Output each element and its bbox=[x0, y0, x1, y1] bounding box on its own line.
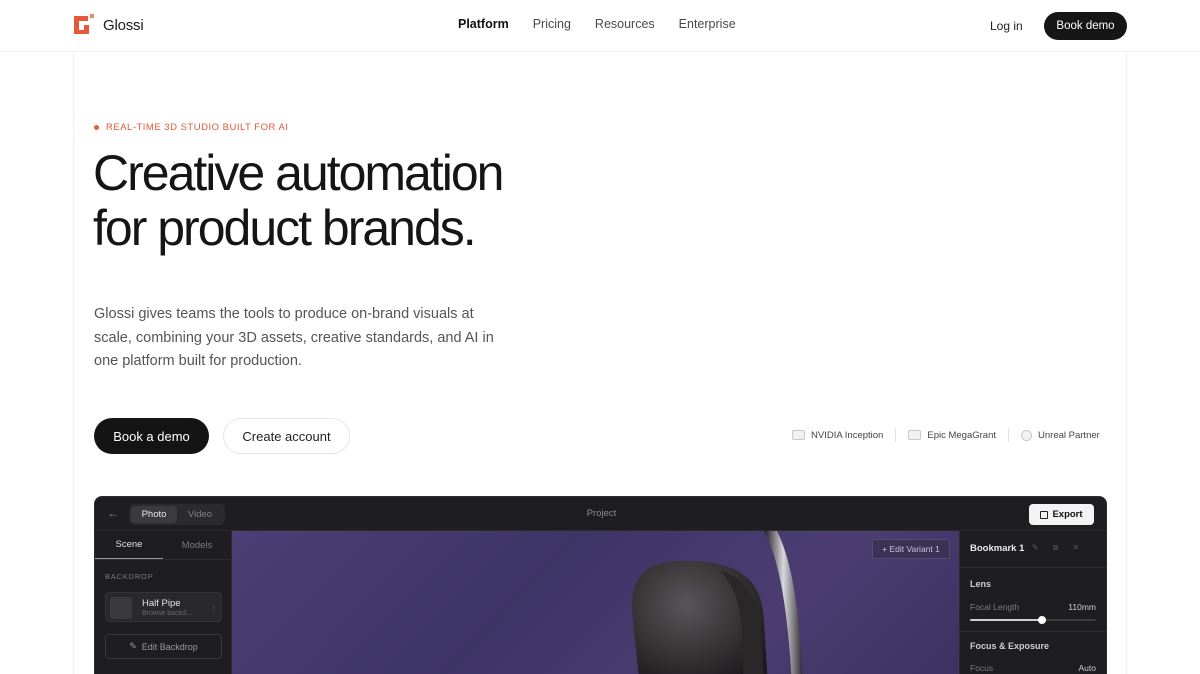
nvidia-icon bbox=[792, 430, 805, 440]
frame-line-left bbox=[73, 52, 74, 674]
tab-scene[interactable]: Scene bbox=[95, 531, 163, 559]
create-account-button[interactable]: Create account bbox=[223, 418, 350, 454]
right-panel: Bookmark 1 ✎⧉✕ Lens Focal Length 110mm F… bbox=[959, 531, 1106, 674]
backdrop-card[interactable]: Half Pipe Browse backd... › bbox=[105, 592, 222, 622]
lens-heading: Lens bbox=[970, 579, 992, 589]
glossi-logo-icon bbox=[74, 14, 94, 34]
eyebrow: REAL-TIME 3D STUDIO BUILT FOR AI bbox=[94, 122, 288, 133]
partner-unreal: Unreal Partner bbox=[1021, 429, 1100, 441]
nav-platform[interactable]: Platform bbox=[458, 17, 509, 31]
nav-resources[interactable]: Resources bbox=[595, 17, 655, 31]
hero-subtitle: Glossi gives teams the tools to produce … bbox=[94, 306, 494, 369]
logo[interactable]: Glossi bbox=[74, 14, 144, 36]
divider bbox=[960, 631, 1106, 632]
bookmark-title: Bookmark 1 bbox=[970, 543, 1025, 554]
nav-enterprise[interactable]: Enterprise bbox=[679, 17, 736, 31]
export-button[interactable]: Export bbox=[1029, 504, 1094, 525]
brand-name: Glossi bbox=[103, 16, 144, 34]
headline-line-2: for product brands. bbox=[93, 200, 477, 256]
eyebrow-text: REAL-TIME 3D STUDIO BUILT FOR AI bbox=[106, 122, 289, 133]
focal-length-value: 110mm bbox=[1068, 602, 1096, 612]
edit-backdrop-button[interactable]: ✎ Edit Backdrop bbox=[105, 634, 222, 659]
focus-value: Auto bbox=[1078, 663, 1097, 673]
edit-variant-button[interactable]: + Edit Variant 1 bbox=[872, 539, 950, 559]
backdrop-browse: Browse backd... bbox=[142, 610, 192, 617]
backdrop-name: Half Pipe bbox=[142, 598, 181, 609]
divider bbox=[1008, 428, 1010, 442]
unreal-icon bbox=[1021, 429, 1033, 441]
divider bbox=[895, 428, 897, 442]
nav-pricing[interactable]: Pricing bbox=[533, 17, 571, 31]
epic-icon bbox=[908, 430, 922, 440]
partner-label: NVIDIA Inception bbox=[811, 429, 884, 441]
project-title: Project bbox=[586, 508, 617, 519]
edit-backdrop-label: Edit Backdrop bbox=[141, 641, 198, 652]
close-icon[interactable]: ✕ bbox=[1072, 543, 1093, 552]
rename-icon[interactable]: ✎ bbox=[1032, 543, 1053, 552]
edit-icon: ✎ bbox=[129, 641, 137, 651]
app-toolbar: ← Photo Video Project Export bbox=[95, 497, 1106, 531]
focal-length-slider[interactable] bbox=[970, 616, 1096, 624]
slider-knob[interactable] bbox=[1037, 616, 1046, 624]
focal-length-label: Focal Length bbox=[970, 602, 1020, 612]
slider-fill bbox=[970, 619, 1042, 621]
left-panel-tabs: Scene Models bbox=[95, 531, 231, 560]
render-viewport[interactable]: + Edit Variant 1 bbox=[232, 531, 959, 674]
tab-models[interactable]: Models bbox=[163, 531, 231, 559]
focus-exposure-heading: Focus & Exposure bbox=[970, 641, 1050, 651]
app-preview: ← Photo Video Project Export Scene Model… bbox=[94, 496, 1107, 674]
left-panel: Scene Models BACKDROP Half Pipe Browse b… bbox=[95, 531, 232, 674]
eyebrow-dot-icon bbox=[94, 125, 99, 130]
headline-line-1: Creative automation bbox=[93, 145, 504, 201]
login-link[interactable]: Log in bbox=[990, 19, 1023, 33]
nav-links: Platform Pricing Resources Enterprise bbox=[458, 17, 760, 31]
export-label: Export bbox=[1052, 509, 1083, 520]
partner-label: Unreal Partner bbox=[1038, 429, 1100, 441]
duplicate-icon[interactable]: ⧉ bbox=[1053, 543, 1073, 552]
backdrop-thumbnail bbox=[110, 597, 132, 619]
partner-epic: Epic MegaGrant bbox=[908, 430, 996, 441]
bookmark-actions: ✎⧉✕ bbox=[1032, 543, 1093, 553]
headphones-render bbox=[631, 531, 803, 674]
partner-badges: NVIDIA Inception Epic MegaGrant Unreal P… bbox=[792, 428, 1100, 442]
frame-line-right bbox=[1126, 52, 1127, 674]
export-icon bbox=[1040, 510, 1049, 519]
focus-label: Focus bbox=[970, 663, 994, 673]
chevron-right-icon: › bbox=[212, 602, 215, 612]
backdrop-section-label: BACKDROP bbox=[105, 572, 154, 581]
partner-label: Epic MegaGrant bbox=[927, 429, 997, 441]
divider bbox=[960, 567, 1106, 568]
top-nav: Glossi Platform Pricing Resources Enterp… bbox=[0, 0, 1200, 52]
hero-headline: Creative automation for product brands. bbox=[93, 146, 593, 256]
book-a-demo-button[interactable]: Book a demo bbox=[94, 418, 209, 454]
book-demo-button[interactable]: Book demo bbox=[1044, 12, 1127, 40]
partner-nvidia: NVIDIA Inception bbox=[792, 430, 883, 441]
